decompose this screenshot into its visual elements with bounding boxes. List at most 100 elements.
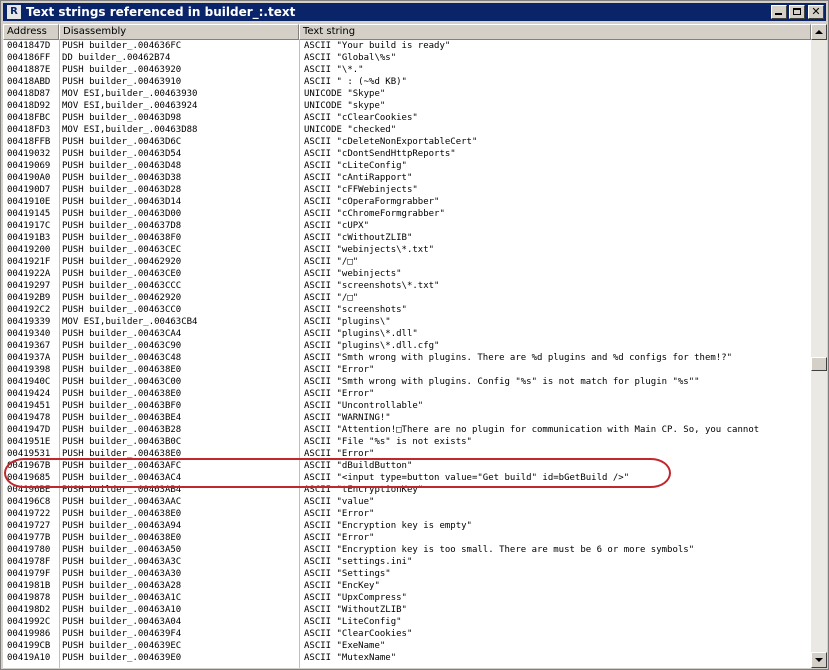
- table-row[interactable]: 00418ABD PUSH builder_.00463910 ASCII " : …: [3, 76, 811, 88]
- table-row[interactable]: 0041887E PUSH builder_.00463920 ASCII "\*.…: [3, 64, 811, 76]
- table-row[interactable]: 00419780 PUSH builder_.00463A50 ASCII "Enc…: [3, 544, 811, 556]
- table-row[interactable]: 00419297 PUSH builder_.00463CCC ASCII "scr…: [3, 280, 811, 292]
- table-row[interactable]: 00419340 PUSH builder_.00463CA4 ASCII "plu…: [3, 328, 811, 340]
- table-row[interactable]: 00418D87 MOV ESI,builder_.00463930 UNICODE…: [3, 88, 811, 100]
- disassembly-cell: PUSH builder_.004639E0: [62, 653, 182, 663]
- arrow-down-icon: [815, 658, 823, 662]
- text-string-cell: ASCII "plugins\*.dll.cfg": [304, 341, 440, 351]
- table-row[interactable]: 0041981B PUSH builder_.00463A28 ASCII "Enc…: [3, 580, 811, 592]
- table-row[interactable]: 00419878 PUSH builder_.00463A1C ASCII "Upx…: [3, 592, 811, 604]
- table-row[interactable]: 00419339 MOV ESI,builder_.00463CB4 ASCII "…: [3, 316, 811, 328]
- disassembly-cell: PUSH builder_.00463CCC: [62, 281, 182, 291]
- table-row[interactable]: 00419145 PUSH builder_.00463D00 ASCII "cCh…: [3, 208, 811, 220]
- table-row[interactable]: 004196BE PUSH builder_.00463AB4 ASCII "tEn…: [3, 484, 811, 496]
- table-row[interactable]: 0041979F PUSH builder_.00463A30 ASCII "Set…: [3, 568, 811, 580]
- disassembly-cell: PUSH builder_.00463A30: [62, 569, 182, 579]
- text-string-cell: ASCII "cClearCookies": [304, 113, 418, 123]
- disassembly-cell: PUSH builder_.004638E0: [62, 389, 182, 399]
- table-row[interactable]: 00419032 PUSH builder_.00463D54 ASCII "cDo…: [3, 148, 811, 160]
- address-cell: 00419069: [7, 161, 51, 171]
- table-row[interactable]: 00419722 PUSH builder_.004638E0 ASCII "Err…: [3, 508, 811, 520]
- scroll-up-button[interactable]: [811, 24, 827, 40]
- scroll-down-button[interactable]: [811, 652, 827, 668]
- disassembly-cell: PUSH builder_.004638E0: [62, 533, 182, 543]
- text-string-cell: ASCII "dBuildButton": [304, 461, 413, 471]
- table-row[interactable]: 0041977B PUSH builder_.004638E0 ASCII "Err…: [3, 532, 811, 544]
- table-row[interactable]: 00419424 PUSH builder_.004638E0 ASCII "Err…: [3, 388, 811, 400]
- title-bar[interactable]: R Text strings referenced in builder_:.t…: [3, 3, 826, 21]
- table-row[interactable]: 00419069 PUSH builder_.00463D48 ASCII "cLi…: [3, 160, 811, 172]
- address-cell: 00419339: [7, 317, 51, 327]
- table-row[interactable]: 00419398 PUSH builder_.004638E0 ASCII "Err…: [3, 364, 811, 376]
- address-cell: 004196C8: [7, 497, 51, 507]
- table-row[interactable]: 00419685 PUSH builder_.00463AC4 ASCII "<in…: [3, 472, 811, 484]
- table-row[interactable]: 0041967B PUSH builder_.00463AFC ASCII "dBu…: [3, 460, 811, 472]
- app-icon: R: [6, 4, 22, 20]
- column-text-string[interactable]: Text string: [299, 24, 811, 40]
- table-row[interactable]: 0041937A PUSH builder_.00463C48 ASCII "Smt…: [3, 352, 811, 364]
- table-row[interactable]: 00418FBC PUSH builder_.00463D98 ASCII "cCl…: [3, 112, 811, 124]
- disassembly-cell: PUSH builder_.004637D8: [62, 221, 182, 231]
- text-string-cell: ASCII "cDontSendHttpReports": [304, 149, 456, 159]
- table-row[interactable]: 00419367 PUSH builder_.00463C90 ASCII "plu…: [3, 340, 811, 352]
- table-row[interactable]: 00418FFB PUSH builder_.00463D6C ASCII "cDe…: [3, 136, 811, 148]
- minimize-button[interactable]: [771, 5, 787, 19]
- address-cell: 0041992C: [7, 617, 51, 627]
- address-cell: 00419200: [7, 245, 51, 255]
- table-row[interactable]: 00418D92 MOV ESI,builder_.00463924 UNICODE…: [3, 100, 811, 112]
- disassembly-cell: PUSH builder_.00463A94: [62, 521, 182, 531]
- scroll-thumb[interactable]: [811, 357, 827, 371]
- table-row[interactable]: 00419531 PUSH builder_.004638E0 ASCII "Err…: [3, 448, 811, 460]
- text-string-cell: ASCII "cLiteConfig": [304, 161, 407, 171]
- table-row[interactable]: 00419727 PUSH builder_.00463A94 ASCII "Enc…: [3, 520, 811, 532]
- table-row[interactable]: 004199CB PUSH builder_.004639EC ASCII "Exe…: [3, 640, 811, 652]
- address-cell: 0041922A: [7, 269, 51, 279]
- address-cell: 0041981B: [7, 581, 51, 591]
- table-row[interactable]: 004192C2 PUSH builder_.00463CC0 ASCII "scr…: [3, 304, 811, 316]
- table-row[interactable]: 0041922A PUSH builder_.00463CE0 ASCII "web…: [3, 268, 811, 280]
- disassembly-cell: PUSH builder_.00463CE0: [62, 269, 182, 279]
- table-row[interactable]: 00419478 PUSH builder_.00463BE4 ASCII "WAR…: [3, 412, 811, 424]
- table-row[interactable]: 004190A0 PUSH builder_.00463D38 ASCII "cAn…: [3, 172, 811, 184]
- disassembly-cell: PUSH builder_.00463B28: [62, 425, 182, 435]
- column-disassembly[interactable]: Disassembly: [59, 24, 299, 40]
- address-cell: 0041979F: [7, 569, 51, 579]
- table-row[interactable]: 0041947D PUSH builder_.00463B28 ASCII "Att…: [3, 424, 811, 436]
- close-icon: ✕: [811, 5, 821, 18]
- address-cell: 00419780: [7, 545, 51, 555]
- table-row[interactable]: 00419986 PUSH builder_.004639F4 ASCII "Cle…: [3, 628, 811, 640]
- table-row[interactable]: 0041910E PUSH builder_.00463D14 ASCII "cOp…: [3, 196, 811, 208]
- text-string-cell: ASCII "cWithoutZLIB": [304, 233, 413, 243]
- table-row[interactable]: 004196C8 PUSH builder_.00463AAC ASCII "val…: [3, 496, 811, 508]
- column-address[interactable]: Address: [3, 24, 59, 40]
- table-row[interactable]: 004190D7 PUSH builder_.00463D28 ASCII "cFF…: [3, 184, 811, 196]
- table-row[interactable]: 0041847D PUSH builder_.004636FC ASCII "You…: [3, 40, 811, 52]
- table-row[interactable]: 00419A10 PUSH builder_.004639E0 ASCII "Mut…: [3, 652, 811, 664]
- text-string-cell: ASCII "Error": [304, 509, 375, 519]
- table-row[interactable]: 0041951E PUSH builder_.00463B0C ASCII "Fil…: [3, 436, 811, 448]
- disassembly-cell: PUSH builder_.00463BF0: [62, 401, 182, 411]
- table-row[interactable]: 0041917C PUSH builder_.004637D8 ASCII "cUP…: [3, 220, 811, 232]
- strings-list[interactable]: 0041847D PUSH builder_.004636FC ASCII "You…: [3, 40, 811, 668]
- table-row[interactable]: 00418FD3 MOV ESI,builder_.00463D88 UNICODE…: [3, 124, 811, 136]
- text-string-cell: ASCII "settings.ini": [304, 557, 413, 567]
- table-row[interactable]: 00419451 PUSH builder_.00463BF0 ASCII "Unc…: [3, 400, 811, 412]
- table-row[interactable]: 00419200 PUSH builder_.00463CEC ASCII "web…: [3, 244, 811, 256]
- table-row[interactable]: 0041992C PUSH builder_.00463A04 ASCII "Lit…: [3, 616, 811, 628]
- disassembly-cell: PUSH builder_.00463AAC: [62, 497, 182, 507]
- text-string-cell: ASCII "webinjects\*.txt": [304, 245, 435, 255]
- table-row[interactable]: 0041978F PUSH builder_.00463A3C ASCII "set…: [3, 556, 811, 568]
- disassembly-cell: PUSH builder_.00463A1C: [62, 593, 182, 603]
- table-row[interactable]: 0041921F PUSH builder_.00462920 ASCII "/□": [3, 256, 811, 268]
- vertical-scrollbar[interactable]: [811, 24, 827, 668]
- table-row[interactable]: 004186FF DD builder_.00462B74 ASCII "Globa…: [3, 52, 811, 64]
- disassembly-cell: PUSH builder_.00462920: [62, 293, 182, 303]
- disassembly-cell: PUSH builder_.004638E0: [62, 449, 182, 459]
- close-button[interactable]: ✕: [808, 5, 824, 19]
- table-row[interactable]: 004198D2 PUSH builder_.00463A10 ASCII "Wit…: [3, 604, 811, 616]
- table-row[interactable]: 004192B9 PUSH builder_.00462920 ASCII "/□": [3, 292, 811, 304]
- table-row[interactable]: 0041940C PUSH builder_.00463C00 ASCII "Smt…: [3, 376, 811, 388]
- maximize-button[interactable]: [789, 5, 805, 19]
- disassembly-cell: PUSH builder_.004639F4: [62, 629, 182, 639]
- table-row[interactable]: 004191B3 PUSH builder_.004638F0 ASCII "cWi…: [3, 232, 811, 244]
